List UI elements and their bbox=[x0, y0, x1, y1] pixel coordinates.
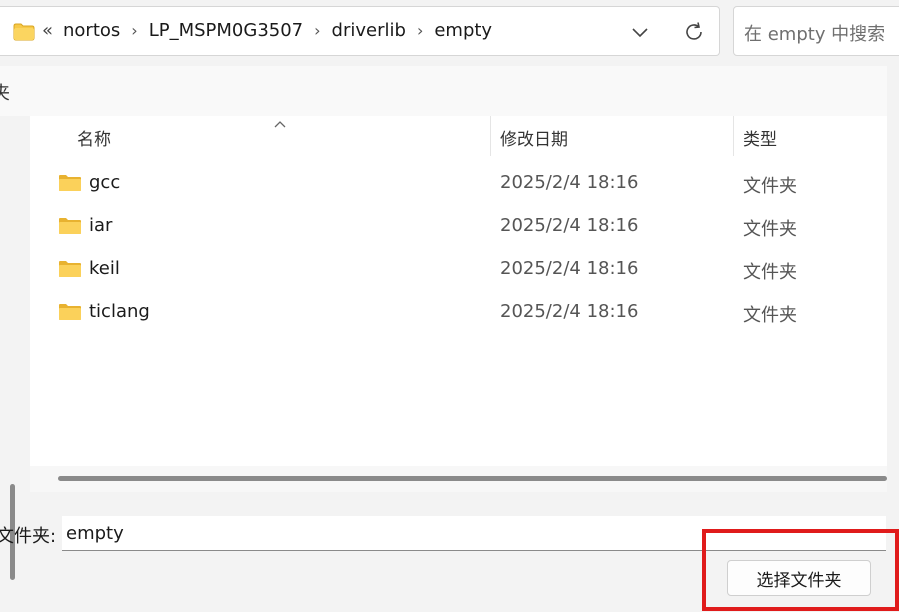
column-header-modified[interactable]: 修改日期 bbox=[500, 125, 568, 150]
folder-icon bbox=[58, 303, 82, 325]
breadcrumb-overflow[interactable]: « bbox=[42, 20, 53, 41]
file-name: gcc bbox=[89, 172, 121, 193]
chevron-right-icon[interactable]: › bbox=[131, 21, 137, 40]
breadcrumb: « nortos › LP_MSPM0G3507 › driverlib › e… bbox=[42, 20, 492, 41]
file-modified: 2025/2/4 18:16 bbox=[500, 258, 639, 279]
breadcrumb-item[interactable]: nortos bbox=[63, 20, 120, 41]
chevron-right-icon[interactable]: › bbox=[314, 21, 320, 40]
folder-icon bbox=[13, 23, 35, 45]
chevron-down-icon[interactable] bbox=[630, 22, 650, 46]
file-type: 文件夹 bbox=[743, 219, 797, 240]
column-header-name[interactable]: 名称 bbox=[77, 125, 111, 150]
list-item[interactable]: keil 2025/2/4 18:16 文件夹 bbox=[30, 248, 887, 291]
file-modified: 2025/2/4 18:16 bbox=[500, 172, 639, 193]
file-modified: 2025/2/4 18:16 bbox=[500, 215, 639, 236]
folder-icon bbox=[58, 217, 82, 239]
command-bar-label[interactable]: 夹 bbox=[0, 79, 10, 105]
column-divider[interactable] bbox=[733, 116, 734, 156]
navigation-pane bbox=[0, 116, 30, 580]
list-item[interactable]: iar 2025/2/4 18:16 文件夹 bbox=[30, 205, 887, 248]
file-list: 名称 修改日期 类型 gcc 2025/2/4 18:16 文件夹 iar 20… bbox=[30, 116, 887, 492]
file-modified: 2025/2/4 18:16 bbox=[500, 301, 639, 322]
file-type: 文件夹 bbox=[743, 176, 797, 197]
breadcrumb-item[interactable]: LP_MSPM0G3507 bbox=[149, 20, 303, 41]
refresh-icon[interactable] bbox=[683, 21, 705, 47]
file-name: iar bbox=[89, 215, 113, 236]
folder-icon bbox=[58, 174, 82, 196]
column-divider[interactable] bbox=[490, 116, 491, 156]
breadcrumb-item[interactable]: empty bbox=[434, 20, 492, 41]
horizontal-scrollbar[interactable] bbox=[58, 476, 887, 481]
search-input[interactable]: 在 empty 中搜索 bbox=[744, 20, 885, 46]
folder-icon bbox=[58, 260, 82, 282]
command-bar: 夹 bbox=[0, 66, 887, 116]
list-item[interactable]: gcc 2025/2/4 18:16 文件夹 bbox=[30, 162, 887, 205]
top-bar: « nortos › LP_MSPM0G3507 › driverlib › e… bbox=[0, 0, 899, 66]
file-type: 文件夹 bbox=[743, 305, 797, 326]
column-header-type[interactable]: 类型 bbox=[743, 125, 777, 150]
file-type: 文件夹 bbox=[743, 262, 797, 283]
list-item[interactable]: ticlang 2025/2/4 18:16 文件夹 bbox=[30, 291, 887, 334]
chevron-right-icon[interactable]: › bbox=[417, 21, 423, 40]
file-name: keil bbox=[89, 258, 120, 279]
breadcrumb-item[interactable]: driverlib bbox=[332, 20, 406, 41]
file-name: ticlang bbox=[89, 301, 150, 322]
address-bar[interactable]: « nortos › LP_MSPM0G3507 › driverlib › e… bbox=[0, 6, 720, 56]
column-header-row: 名称 修改日期 类型 bbox=[30, 116, 887, 156]
select-folder-button[interactable]: 选择文件夹 bbox=[727, 560, 871, 596]
search-box[interactable]: 在 empty 中搜索 bbox=[733, 6, 899, 56]
sort-ascending-icon bbox=[273, 114, 287, 133]
folder-field-label: 文件夹: bbox=[0, 526, 57, 547]
